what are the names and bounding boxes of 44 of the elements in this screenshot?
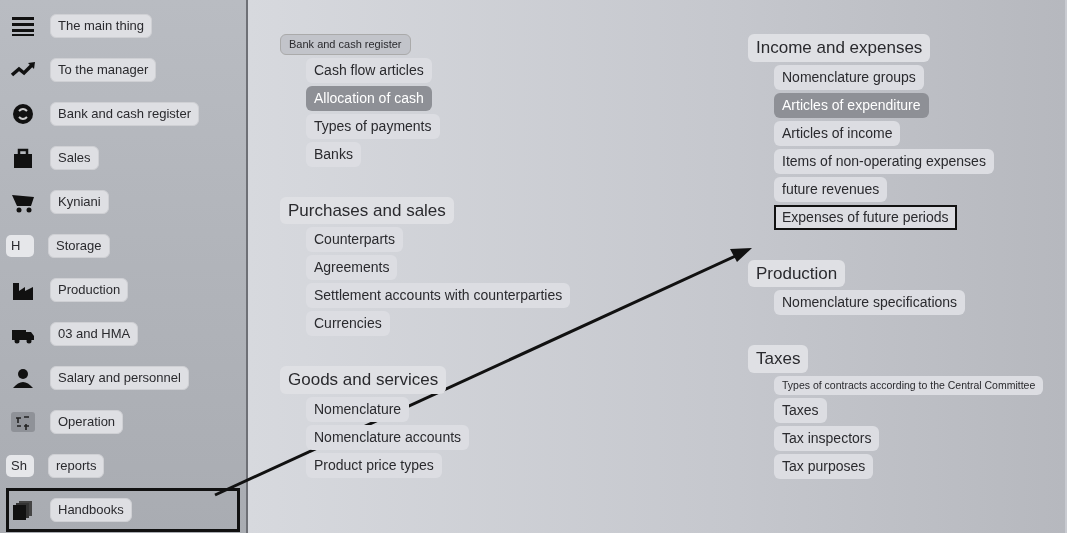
catalog-link[interactable]: Agreements xyxy=(306,255,398,280)
catalog-link[interactable]: Nomenclature groups xyxy=(774,64,924,90)
section-heading: Income and expenses xyxy=(748,34,931,62)
catalog-link[interactable]: Items of non-operating expenses xyxy=(774,148,994,174)
sidebar-item[interactable]: Operation xyxy=(50,410,124,434)
catalog-link[interactable]: Tax purposes xyxy=(774,454,874,480)
catalog-link[interactable]: Settlement accounts with counterparties xyxy=(306,283,571,308)
section-heading: Goods and services xyxy=(280,366,447,394)
sidebar-item[interactable]: 03 and HMA xyxy=(50,322,139,346)
section-heading: Bank and cash register xyxy=(280,34,411,55)
letter-icon: H xyxy=(6,235,34,257)
sidebar-item[interactable]: Sales xyxy=(50,146,99,170)
sidebar-item[interactable]: Production xyxy=(50,278,129,302)
catalog-link[interactable]: Banks xyxy=(306,141,361,167)
letter-icon: Sh xyxy=(6,455,34,477)
coin-icon xyxy=(10,103,36,125)
sidebar-item[interactable]: To the manager xyxy=(50,58,157,82)
catalog-link[interactable]: Nomenclature accounts xyxy=(306,424,470,450)
ledger-icon xyxy=(10,411,36,433)
catalog-link[interactable]: Nomenclature specifications xyxy=(774,290,966,315)
catalog-link[interactable]: Currencies xyxy=(306,311,390,336)
section-heading: Production xyxy=(748,259,846,287)
catalog-link[interactable]: Articles of income xyxy=(774,120,901,146)
sidebar-item[interactable]: Kyniani xyxy=(50,190,109,214)
catalog-link[interactable]: future revenues xyxy=(774,176,888,202)
section-heading: Purchases and sales xyxy=(280,196,454,224)
sidebar-item[interactable]: The main thing xyxy=(50,14,152,38)
menu-icon xyxy=(10,15,36,37)
catalog-link[interactable]: Expenses of future periods xyxy=(774,204,957,230)
person-icon xyxy=(10,367,36,389)
catalog-link[interactable]: Product price types xyxy=(306,452,442,478)
sidebar-item[interactable]: Bank and cash register xyxy=(50,102,199,126)
catalog-link[interactable]: Tax inspectors xyxy=(774,426,880,452)
section-heading: Taxes xyxy=(748,345,809,373)
catalog-link[interactable]: Taxes xyxy=(774,398,827,424)
catalog-link[interactable]: Types of contracts according to the Central Committee xyxy=(774,375,1044,396)
sidebar-item[interactable]: Salary and personnel xyxy=(50,366,189,390)
sidebar-item[interactable]: Storage xyxy=(48,234,110,258)
sidebar-item[interactable]: reports xyxy=(48,454,105,478)
catalog-link[interactable]: Cash flow articles xyxy=(306,57,432,83)
sidebar-item[interactable]: Handbooks xyxy=(50,498,132,522)
catalog-link[interactable]: Counterparts xyxy=(306,227,403,252)
catalog-link[interactable]: Types of payments xyxy=(306,113,440,139)
catalog-link[interactable]: Nomenclature xyxy=(306,396,410,422)
